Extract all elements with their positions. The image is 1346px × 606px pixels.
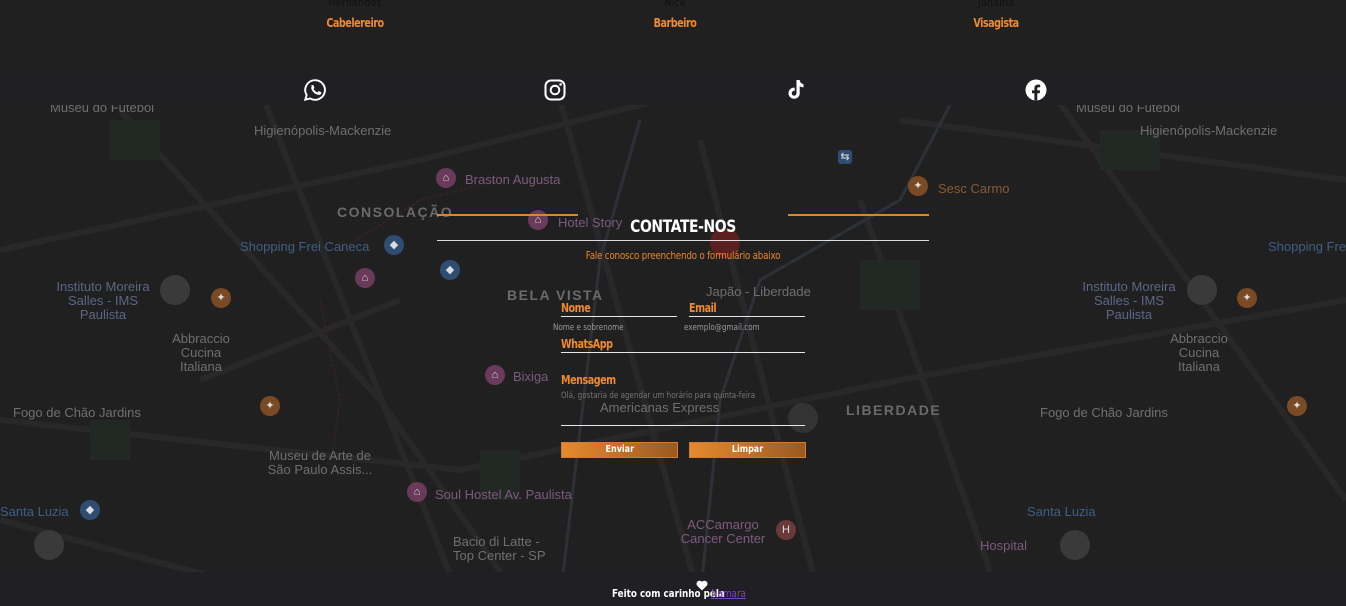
map-label: Shopping Frei Caneca [1268, 239, 1346, 254]
map-label: Sesc Carmo [938, 181, 1010, 196]
hotel-pin-icon[interactable]: ⌂ [355, 268, 375, 288]
restaurant-pin-icon[interactable]: ✦ [908, 176, 928, 196]
member-role: Visagista [973, 16, 1019, 30]
message-underline [561, 425, 805, 426]
hotel-pin-icon[interactable]: ⌂ [485, 365, 505, 385]
map-label: Museu de Arte de São Paulo Assis... [267, 448, 373, 477]
whatsapp-icon[interactable] [302, 77, 328, 103]
social-bar [0, 74, 1346, 105]
map-label: Braston Augusta [465, 172, 561, 187]
map-label: Instituto Moreira Salles - IMS Paulista [56, 279, 150, 322]
metro-pin-icon[interactable]: ⇆ [838, 150, 852, 164]
send-button[interactable]: Enviar [561, 442, 678, 458]
email-field: Email [684, 299, 805, 333]
name-input[interactable] [553, 323, 641, 333]
map-label: Hospital [980, 538, 1027, 553]
tiktok-icon[interactable] [782, 77, 808, 103]
map-label: Bacio di Latte - Top Center - SP [453, 534, 546, 563]
map-label: Instituto Moreira Salles - IMS Paulista [1082, 279, 1176, 322]
map-label: CONSOLAÇÃO [337, 204, 454, 220]
heart-icon [696, 580, 708, 591]
map-label: Fogo de Chão Jardins [1040, 405, 1168, 420]
team-member: Nick Barbeiro [595, 0, 755, 30]
footer: Feito com carinho pela Namara [0, 572, 1346, 606]
whatsapp-input[interactable] [629, 341, 758, 351]
name-label: Nome [561, 301, 591, 315]
message-field: Mensagem [561, 371, 805, 426]
facebook-icon[interactable] [1023, 77, 1049, 103]
shopping-pin-icon[interactable]: ◆ [80, 500, 100, 520]
photo-pin-icon[interactable] [1060, 530, 1090, 560]
team-strip: Hernandes Cabelereiro Nick Barbeiro Jana… [0, 0, 1346, 74]
map-label: Abbraccio Cucina Italiana [172, 331, 230, 374]
message-input[interactable] [561, 391, 801, 425]
restaurant-pin-icon[interactable]: ✦ [1237, 288, 1257, 308]
hotel-pin-icon[interactable]: ⌂ [407, 482, 427, 502]
member-name: Janaina [977, 0, 1015, 9]
restaurant-pin-icon[interactable]: ✦ [260, 396, 280, 416]
map-label: Santa Luzia [0, 504, 69, 519]
map-label: Abbraccio Cucina Italiana [1170, 331, 1228, 374]
whatsapp-field: WhatsApp [561, 335, 805, 353]
map-label: Santa Luzia [1027, 504, 1096, 519]
instagram-icon[interactable] [542, 77, 568, 103]
title-accent-line [788, 214, 929, 216]
hotel-pin-icon[interactable]: ⌂ [436, 168, 456, 188]
author-link[interactable]: Namara [711, 587, 746, 600]
map-label: Soul Hostel Av. Paulista [435, 487, 572, 502]
team-member: Janaina Visagista [916, 0, 1076, 30]
whatsapp-label: WhatsApp [561, 337, 613, 351]
map-label: ACCamargo Cancer Center [680, 517, 766, 546]
hospital-pin-icon[interactable]: H [776, 520, 796, 540]
photo-pin-icon[interactable] [1187, 275, 1217, 305]
email-label: Email [689, 301, 717, 315]
photo-pin-icon[interactable] [34, 530, 64, 560]
title-divider [437, 240, 929, 241]
message-label: Mensagem [561, 373, 616, 387]
clear-button[interactable]: Limpar [689, 442, 806, 458]
contact-subtitle: Fale conosco preenchendo o formulário ab… [585, 249, 781, 262]
shopping-pin-icon[interactable]: ◆ [384, 235, 404, 255]
shopping-pin-icon[interactable]: ◆ [440, 260, 460, 280]
photo-pin-icon[interactable] [160, 275, 190, 305]
restaurant-pin-icon[interactable]: ✦ [1287, 396, 1307, 416]
map-label: Fogo de Chão Jardins [13, 405, 141, 420]
contact-title: CONTATE-NOS [630, 217, 736, 237]
map-label: Shopping Frei Caneca [240, 239, 370, 254]
map-label: Higienópolis-Mackenzie [254, 123, 392, 138]
member-name: Nick [664, 0, 686, 9]
member-name: Hernandes [328, 0, 382, 9]
name-field: Nome [553, 299, 677, 333]
map-label: Japão - Liberdade [706, 284, 811, 299]
title-accent-line [437, 214, 578, 216]
member-role: Barbeiro [653, 16, 697, 30]
team-member: Hernandes Cabelereiro [275, 0, 435, 30]
email-input[interactable] [684, 323, 772, 333]
map-label: LIBERDADE [846, 402, 942, 418]
restaurant-pin-icon[interactable]: ✦ [211, 288, 231, 308]
map-label: Higienópolis-Mackenzie [1140, 123, 1278, 138]
map-label: Bixiga [513, 369, 549, 384]
member-role: Cabelereiro [326, 16, 384, 30]
